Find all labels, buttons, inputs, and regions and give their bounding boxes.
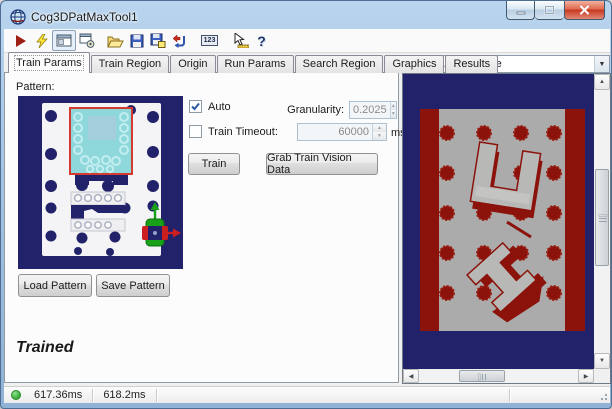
caption-buttons xyxy=(506,1,605,20)
scroll-up-icon[interactable]: ▲ xyxy=(594,74,610,90)
minimize-button[interactable] xyxy=(506,1,535,20)
tab-origin[interactable]: Origin xyxy=(170,55,216,73)
app-window: Cog3DPatMaxTool1 123 ? Train Params Trai… xyxy=(0,0,612,409)
status-separator xyxy=(155,388,157,402)
scroll-down-icon[interactable]: ▼ xyxy=(594,353,610,369)
tool-time: 617.36ms xyxy=(34,389,83,401)
tab-run-params[interactable]: Run Params xyxy=(216,55,294,73)
auto-label: Auto xyxy=(208,100,231,113)
save-pattern-button[interactable]: Save Pattern xyxy=(96,274,170,297)
trained-status-text: Trained xyxy=(16,339,74,356)
timeout-down-icon[interactable]: ▼ xyxy=(373,132,386,140)
resize-grip-icon[interactable] xyxy=(598,391,608,401)
maximize-button[interactable] xyxy=(535,1,564,20)
timeout-value: 60000 xyxy=(338,126,369,138)
vertical-scroll-thumb[interactable] xyxy=(595,169,609,266)
status-separator xyxy=(508,388,510,402)
train-timeout-label: Train Timeout: xyxy=(208,125,278,138)
input-image-display[interactable] xyxy=(403,74,594,369)
titlebar[interactable]: Cog3DPatMaxTool1 xyxy=(4,1,610,29)
status-bar: 617.36ms 618.2ms xyxy=(4,386,610,403)
granularity-value: 0.2025 xyxy=(353,104,387,116)
reset-icon[interactable] xyxy=(168,30,189,51)
save-file-icon[interactable] xyxy=(126,30,147,51)
total-time: 618.2ms xyxy=(103,389,146,401)
tab-results[interactable]: Results xyxy=(445,55,499,73)
tab-graphics[interactable]: Graphics xyxy=(384,55,445,73)
run-status-indicator xyxy=(11,390,21,400)
pointer-measure-icon[interactable] xyxy=(230,30,251,51)
granularity-down-icon[interactable]: ▼ xyxy=(390,110,396,118)
chevron-down-icon[interactable]: ▼ xyxy=(594,56,609,72)
timeout-spinner[interactable]: 60000 ▲ ▼ xyxy=(297,123,387,141)
tab-train-params[interactable]: Train Params xyxy=(8,52,90,73)
tab-search-region[interactable]: Search Region xyxy=(294,55,384,73)
pattern-preview xyxy=(18,96,183,269)
scroll-right-icon[interactable]: ▶ xyxy=(578,369,594,383)
show-values-icon[interactable]: 123 xyxy=(199,30,220,51)
open-file-icon[interactable] xyxy=(105,30,126,51)
train-button[interactable]: Train xyxy=(188,153,240,175)
show-image-pane-icon[interactable] xyxy=(52,30,76,51)
save-as-icon[interactable] xyxy=(147,30,168,51)
electric-run-icon[interactable] xyxy=(31,30,52,51)
window-title: Cog3DPatMaxTool1 xyxy=(31,9,138,24)
auto-checkbox-box[interactable] xyxy=(189,100,202,113)
toolbar: 123 ? xyxy=(4,29,610,53)
status-separator xyxy=(92,388,94,402)
scroll-left-icon[interactable]: ◀ xyxy=(403,369,419,383)
tab-train-region[interactable]: Train Region xyxy=(90,55,170,73)
load-pattern-button[interactable]: Load Pattern xyxy=(18,274,92,297)
grab-train-vision-data-button[interactable]: Grab Train Vision Data xyxy=(266,152,378,176)
horizontal-scroll-thumb[interactable] xyxy=(459,370,505,382)
train-timeout-checkbox-box[interactable] xyxy=(189,125,202,138)
train-timeout-checkbox[interactable]: Train Timeout: xyxy=(189,125,278,138)
close-button[interactable] xyxy=(564,1,605,20)
image-panel: ▲ ▼ ◀ ▶ xyxy=(402,73,611,384)
granularity-label: Granularity: xyxy=(287,104,344,116)
app-icon xyxy=(10,8,26,25)
vertical-scrollbar[interactable]: ▲ ▼ xyxy=(594,74,610,369)
granularity-spinner[interactable]: 0.2025 ▲ ▼ xyxy=(349,101,397,119)
timeout-up-icon[interactable]: ▲ xyxy=(373,124,386,132)
help-icon[interactable]: ? xyxy=(251,30,272,51)
auto-checkbox[interactable]: Auto xyxy=(189,100,231,113)
horizontal-scrollbar[interactable]: ◀ ▶ xyxy=(403,369,594,383)
pattern-label: Pattern: xyxy=(16,81,55,93)
run-icon[interactable] xyxy=(10,30,31,51)
float-pane-icon[interactable] xyxy=(76,30,97,51)
granularity-up-icon[interactable]: ▲ xyxy=(390,102,396,110)
tab-strip: Train Params Train Region Origin Run Par… xyxy=(8,52,499,73)
train-params-page: Pattern: Load Pattern Save Pattern Auto … xyxy=(4,72,406,383)
